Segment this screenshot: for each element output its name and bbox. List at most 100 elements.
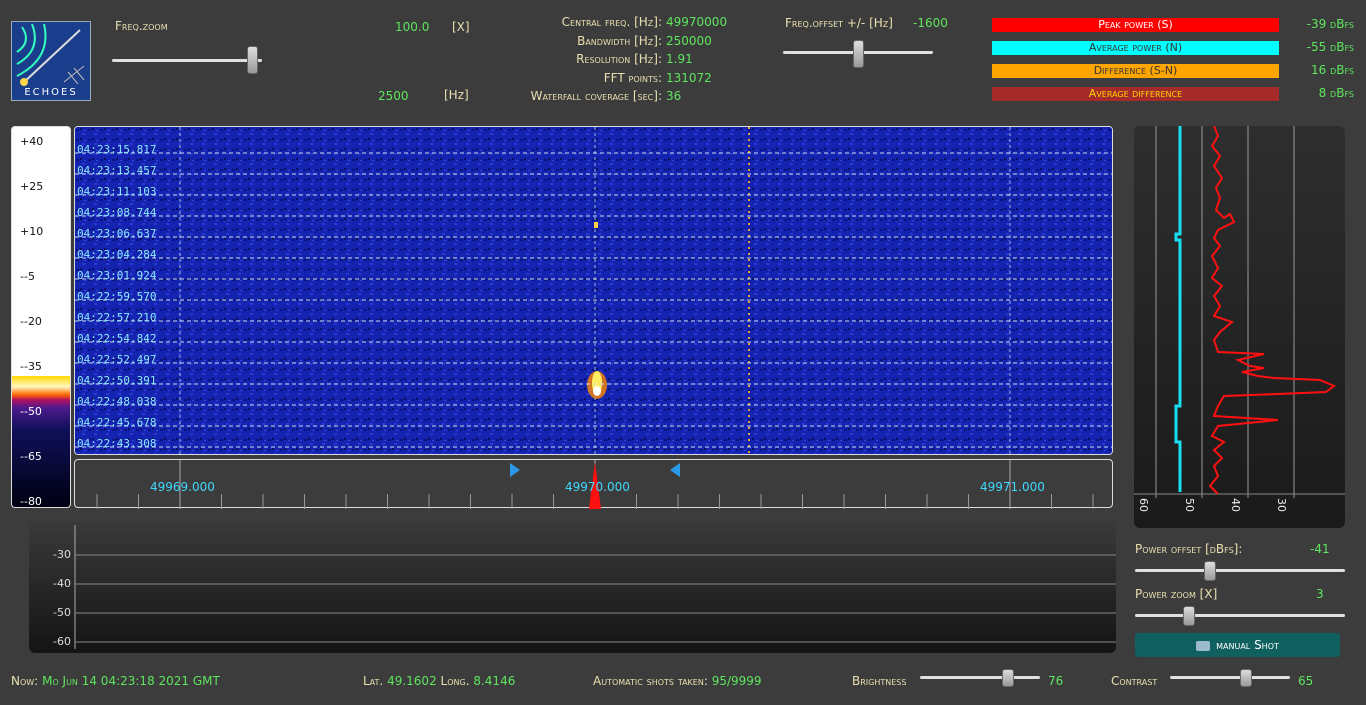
timestamp-label: 04:23:06.637 xyxy=(77,227,157,240)
color-scale-label: +10 xyxy=(20,225,44,238)
freq-zoom-unit: [X] xyxy=(452,20,470,34)
info-row: FFT points: 131072 xyxy=(480,71,780,89)
power-tick-label: 60 xyxy=(1137,498,1150,512)
timestamp-label: 04:23:08.744 xyxy=(77,206,157,219)
timestamp-label: 04:23:01.924 xyxy=(77,269,157,282)
info-value: 250000 xyxy=(666,33,712,48)
long-value: 8.4146 xyxy=(473,674,516,688)
echoes-logo: ECHOES xyxy=(11,21,91,101)
power-bar-value: 16 dBfs xyxy=(1310,63,1354,77)
info-label: Central freq. [Hz]: xyxy=(561,15,662,29)
freq-tick-label: 49969.000 xyxy=(150,480,215,494)
footer-now: Now: Mo Jun 14 04:23:18 2021 GMT xyxy=(11,674,220,688)
info-value: 131072 xyxy=(666,70,712,85)
contrast-slider[interactable] xyxy=(1170,676,1290,679)
freq-zoom-value: 100.0 xyxy=(395,20,430,34)
power-offset-value: -41 xyxy=(1310,542,1330,556)
timestamp-label: 04:22:45.678 xyxy=(77,416,157,429)
timestamp-label: 04:22:43.308 xyxy=(77,437,157,450)
contrast-value: 65 xyxy=(1298,674,1314,688)
scope-tick-label: -30 xyxy=(53,548,71,561)
timestamp-label: 04:22:48.038 xyxy=(77,395,157,408)
power-bar: Difference (S-N) xyxy=(992,64,1279,78)
timestamp-label: 04:23:15.817 xyxy=(77,143,157,156)
power-bar-value: -39 dBfs xyxy=(1306,17,1354,31)
color-scale-label: +25 xyxy=(20,180,44,193)
scope-panel: -30 -40 -50 -60 xyxy=(29,521,1116,653)
info-row: Waterfall coverage [sec]: 36 xyxy=(480,89,780,107)
now-label: Now: xyxy=(11,674,39,688)
band-left-marker[interactable] xyxy=(510,463,520,477)
long-label: Long. xyxy=(440,674,470,688)
info-label: Bandwidth [Hz]: xyxy=(577,33,662,48)
power-zoom-slider[interactable] xyxy=(1135,614,1345,617)
info-row: Central freq. [Hz]: 49970000 xyxy=(480,15,780,33)
contrast-slider-knob[interactable] xyxy=(1240,669,1253,687)
brightness-slider-knob[interactable] xyxy=(1002,669,1015,687)
shots-value: 95/9999 xyxy=(711,674,762,688)
lat-label: Lat. xyxy=(363,674,384,688)
power-bar-value: -55 dBfs xyxy=(1306,40,1354,54)
power-offset-slider[interactable] xyxy=(1135,569,1345,572)
info-value: 1.91 xyxy=(666,52,693,66)
power-profile-panel: 60 50 40 30 xyxy=(1134,126,1345,528)
freq-zoom-hz-unit: [Hz] xyxy=(444,88,469,102)
freq-zoom-label: Freq.zoom xyxy=(115,19,168,33)
info-row: Bandwidth [Hz]: 250000 xyxy=(480,34,780,52)
info-row: Resolution [Hz]: 1.91 xyxy=(480,52,780,70)
color-scale-label: --80 xyxy=(20,495,42,508)
freq-zoom-hz-value: 2500 xyxy=(378,89,409,103)
power-zoom-slider-knob[interactable] xyxy=(1182,606,1195,626)
color-scale-label: --50 xyxy=(20,405,42,418)
peak-power-line xyxy=(1208,126,1336,495)
power-tick-label: 50 xyxy=(1183,498,1196,512)
power-offset-slider-knob[interactable] xyxy=(1204,561,1217,581)
timestamp-label: 04:22:50.391 xyxy=(77,374,157,387)
footer-shots: Automatic shots taken: 95/9999 xyxy=(593,674,762,688)
freq-offset-slider-knob[interactable] xyxy=(852,40,864,68)
freq-tick-label: 49971.000 xyxy=(980,480,1045,494)
lat-value: 49.1602 xyxy=(387,674,437,688)
power-tick-label: 30 xyxy=(1275,498,1288,512)
timestamp-label: 04:23:11.103 xyxy=(77,185,157,198)
band-right-marker[interactable] xyxy=(670,463,680,477)
power-offset-label: Power offset [dBfs]: xyxy=(1135,542,1243,556)
color-gradient xyxy=(12,376,70,507)
timestamp-label: 04:22:59.570 xyxy=(77,290,157,303)
brightness-slider[interactable] xyxy=(920,676,1040,679)
info-label: Resolution [Hz]: xyxy=(576,52,662,66)
manual-shot-label: manual Shot xyxy=(1216,638,1279,652)
shots-label: Automatic shots taken: xyxy=(593,674,708,688)
power-zoom-label: Power zoom [X] xyxy=(1135,587,1218,601)
info-label: Waterfall coverage [sec]: xyxy=(530,89,662,103)
frequency-axis[interactable]: 49969.000 49970.000 49971.000 xyxy=(74,459,1113,509)
contrast-label: Contrast xyxy=(1111,674,1158,688)
freq-zoom-slider[interactable] xyxy=(112,59,262,62)
color-scale-label: --5 xyxy=(20,270,35,283)
info-label: FFT points: xyxy=(603,70,662,85)
power-profile-plot xyxy=(1134,126,1345,498)
manual-shot-button[interactable]: manual Shot xyxy=(1135,633,1340,657)
timestamp-label: 04:23:13.457 xyxy=(77,164,157,177)
color-scale: +40 +25 +10 --5 --20 --35 --50 --65 --80 xyxy=(11,126,71,508)
color-scale-label: --65 xyxy=(20,450,42,463)
footer-location: Lat. 49.1602 Long. 8.4146 xyxy=(363,674,515,688)
now-value: Mo Jun 14 04:23:18 2021 GMT xyxy=(42,674,220,688)
power-bar: Average power (N) xyxy=(992,41,1279,55)
waterfall-display[interactable]: 04:23:15.817 04:23:13.457 04:23:11.103 04:2… xyxy=(74,126,1113,455)
color-scale-label: --35 xyxy=(20,360,42,373)
power-bar: Peak power (S) xyxy=(992,18,1279,32)
power-bar: Average difference xyxy=(992,87,1279,101)
freq-offset-value: -1600 xyxy=(913,16,948,30)
logo-text: ECHOES xyxy=(24,87,78,98)
color-scale-label: --20 xyxy=(20,315,42,328)
power-zoom-value: 3 xyxy=(1316,587,1324,601)
timestamp-label: 04:23:04.284 xyxy=(77,248,157,261)
freq-zoom-slider-knob[interactable] xyxy=(246,46,258,74)
scope-tick-label: -40 xyxy=(53,577,71,590)
power-bar-value: 8 dBfs xyxy=(1318,86,1354,100)
timestamp-label: 04:22:52.497 xyxy=(77,353,157,366)
scope-tick-label: -50 xyxy=(53,606,71,619)
scope-tick-label: -60 xyxy=(53,635,71,648)
info-value: 36 xyxy=(666,89,682,103)
